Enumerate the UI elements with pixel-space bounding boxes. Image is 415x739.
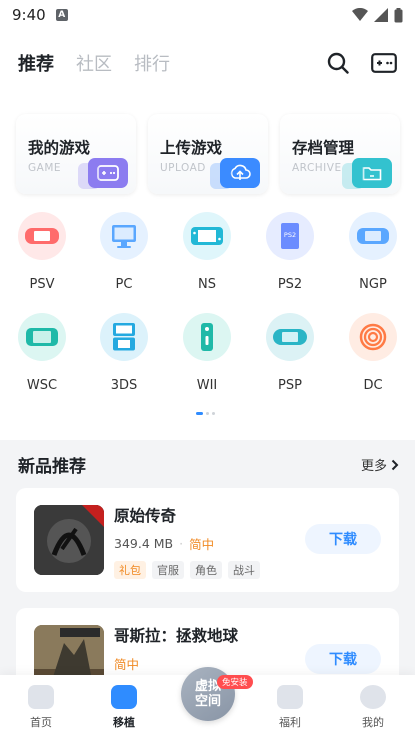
- platform-wsc[interactable]: WSC: [12, 313, 72, 393]
- 3ds-icon: [100, 313, 148, 361]
- wii-icon: [183, 313, 231, 361]
- battery-icon: [394, 7, 403, 22]
- platform-label: NS: [198, 277, 216, 292]
- wsc-icon: [18, 313, 66, 361]
- more-label: 更多: [360, 459, 387, 474]
- platform-psv[interactable]: PSV: [12, 212, 72, 292]
- platform-label: PC: [115, 277, 133, 292]
- ngp-icon: [349, 212, 397, 260]
- download-button[interactable]: 下载: [305, 644, 381, 674]
- platform-label: WII: [196, 378, 218, 393]
- game-language: 简中: [114, 657, 140, 672]
- header: 推荐 社区 排行: [0, 30, 415, 96]
- cloud-upload-icon: [210, 158, 260, 189]
- nav-profile[interactable]: 我的: [343, 685, 403, 730]
- card-title: 存档管理: [292, 139, 355, 157]
- tab-ranking[interactable]: 排行: [134, 50, 170, 76]
- nav-label: 福利: [279, 716, 301, 729]
- top-section: 推荐 社区 排行 我的游戏 GAME 上传游戏 UPLOAD 存档管理 ARCH…: [0, 30, 415, 440]
- more-link[interactable]: 更多: [361, 455, 399, 474]
- game-card[interactable]: 原始传奇 349.4 MB · 简中 礼包 官服 角色 战斗 下载: [16, 488, 399, 592]
- platform-ns[interactable]: NS: [177, 212, 237, 292]
- nav-label: 我的: [362, 716, 384, 729]
- status-time: 9:40: [12, 6, 46, 24]
- page-dot-active: [196, 412, 203, 415]
- tag-gift: 礼包: [114, 561, 146, 579]
- platform-label: PS2: [277, 277, 303, 292]
- tag: 角色: [190, 561, 222, 579]
- ns-icon: [183, 212, 231, 260]
- page-indicator: [196, 412, 215, 415]
- platform-pc[interactable]: PC: [94, 212, 154, 292]
- platform-ngp[interactable]: NGP: [343, 212, 403, 292]
- archive-card[interactable]: 存档管理 ARCHIVE: [280, 114, 400, 194]
- platform-label: 3DS: [110, 378, 138, 393]
- game-language: 简中: [189, 537, 215, 552]
- center-label-line2: 空间: [194, 694, 221, 709]
- platform-label: DC: [363, 378, 383, 393]
- my-games-card[interactable]: 我的游戏 GAME: [16, 114, 136, 194]
- card-title: 我的游戏: [28, 139, 91, 157]
- gamepad-icon[interactable]: [371, 53, 397, 73]
- home-icon: [28, 685, 54, 709]
- page-dot: [206, 412, 209, 415]
- platform-label: PSV: [29, 277, 55, 292]
- page-dot: [212, 412, 215, 415]
- platform-3ds[interactable]: 3DS: [94, 313, 154, 393]
- quick-cards: 我的游戏 GAME 上传游戏 UPLOAD 存档管理 ARCHIVE: [16, 114, 400, 194]
- nav-welfare[interactable]: 福利: [260, 685, 320, 730]
- game-info: 哥斯拉：拯救地球 简中: [114, 624, 238, 673]
- meta-separator: ·: [179, 536, 184, 551]
- nav-label: 移植: [113, 716, 135, 729]
- platform-label: PSP: [278, 378, 302, 393]
- app-badge-icon: A: [55, 9, 68, 21]
- platform-psp[interactable]: PSP: [260, 313, 320, 393]
- game-info: 原始传奇 349.4 MB · 简中 礼包 官服 角色 战斗: [114, 504, 260, 579]
- upload-game-card[interactable]: 上传游戏 UPLOAD: [148, 114, 268, 194]
- no-install-badge: 免安装: [217, 675, 253, 689]
- wifi-icon: [352, 8, 368, 21]
- platform-label: WSC: [26, 378, 58, 393]
- tab-recommend[interactable]: 推荐: [18, 50, 54, 76]
- platform-label: NGP: [359, 277, 387, 292]
- nav-label: 首页: [30, 716, 52, 729]
- tag: 战斗: [228, 561, 260, 579]
- folder-icon: [342, 158, 392, 189]
- dc-swirl-icon: [349, 313, 397, 361]
- chevron-right-icon: [391, 459, 399, 470]
- nav-home[interactable]: 首页: [11, 685, 71, 730]
- card-title: 上传游戏: [160, 139, 223, 157]
- tag: 官服: [152, 561, 184, 579]
- search-icon[interactable]: [327, 52, 349, 74]
- platform-ps2[interactable]: PS2 PS2: [260, 212, 320, 292]
- psp-icon: [266, 313, 314, 361]
- gamepad-icon: [78, 158, 128, 189]
- bottom-nav: 首页 移植 虚拟 空间 免安装 福利 我的: [0, 667, 415, 739]
- signal-icon: [374, 8, 388, 22]
- nav-port[interactable]: 移植: [94, 685, 154, 730]
- gift-icon: [277, 685, 303, 709]
- tab-community[interactable]: 社区: [76, 50, 112, 76]
- new-games-header: 新品推荐 更多: [18, 452, 399, 477]
- game-tags: 礼包 官服 角色 战斗: [114, 561, 260, 579]
- game-size: 349.4 MB: [114, 536, 174, 551]
- download-button[interactable]: 下载: [305, 524, 381, 554]
- profile-icon: [360, 685, 386, 709]
- platform-dc[interactable]: DC: [343, 313, 403, 393]
- status-indicators: [352, 7, 403, 23]
- header-actions: [327, 52, 397, 74]
- pc-icon: [100, 212, 148, 260]
- platform-wii[interactable]: WII: [177, 313, 237, 393]
- status-bar: 9:40 A: [0, 0, 415, 30]
- gamepad-icon: [111, 685, 137, 709]
- svg-text:PS2: PS2: [284, 231, 296, 239]
- ps2-icon: PS2: [266, 212, 314, 260]
- section-title: 新品推荐: [18, 457, 86, 477]
- game-title: 原始传奇: [114, 507, 177, 525]
- game-title: 哥斯拉：拯救地球: [114, 627, 239, 645]
- psv-icon: [18, 212, 66, 260]
- game-thumbnail: [34, 505, 104, 575]
- game-meta: 349.4 MB · 简中: [114, 534, 260, 553]
